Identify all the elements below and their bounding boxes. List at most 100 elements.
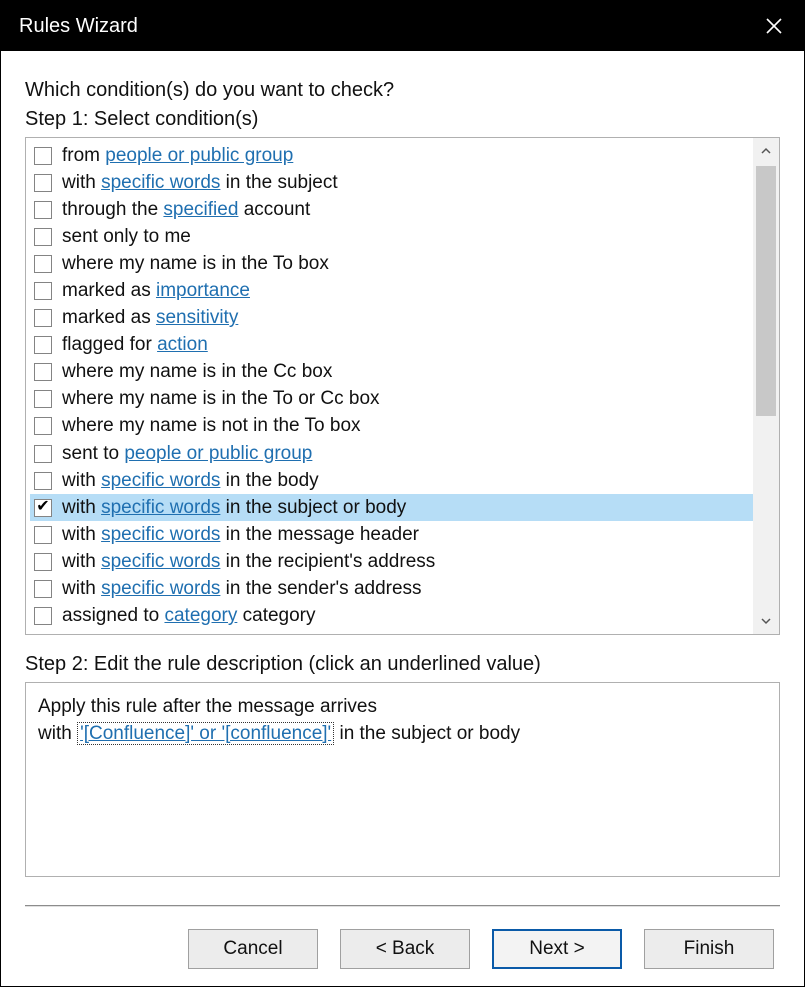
condition-checkbox[interactable] bbox=[34, 499, 52, 517]
rules-wizard-window: Rules Wizard Which condition(s) do you w… bbox=[0, 0, 805, 987]
condition-text-part: with bbox=[62, 497, 101, 518]
condition-text-part: in the sender's address bbox=[220, 578, 421, 599]
condition-checkbox[interactable] bbox=[34, 282, 52, 300]
condition-checkbox[interactable] bbox=[34, 472, 52, 490]
condition-checkbox[interactable] bbox=[34, 363, 52, 381]
condition-text: assigned to category category bbox=[62, 605, 316, 627]
back-button[interactable]: < Back bbox=[340, 929, 470, 969]
condition-row[interactable]: where my name is in the To or Cc box bbox=[30, 386, 753, 413]
chevron-down-icon bbox=[761, 616, 771, 626]
condition-checkbox[interactable] bbox=[34, 309, 52, 327]
condition-link[interactable]: specific words bbox=[101, 470, 220, 491]
condition-row[interactable]: with specific words in the subject or bo… bbox=[30, 494, 753, 521]
condition-text-part: where my name is in the To box bbox=[62, 253, 329, 274]
condition-text: from people or public group bbox=[62, 145, 293, 167]
condition-row[interactable]: with specific words in the recipient's a… bbox=[30, 548, 753, 575]
condition-checkbox[interactable] bbox=[34, 526, 52, 544]
close-button[interactable] bbox=[756, 8, 792, 44]
window-title: Rules Wizard bbox=[19, 15, 138, 38]
condition-link[interactable]: people or public group bbox=[124, 443, 312, 464]
conditions-listbox: from people or public groupwith specific… bbox=[25, 137, 780, 635]
condition-text-part: in the message header bbox=[220, 524, 419, 545]
condition-row[interactable]: marked as importance bbox=[30, 277, 753, 304]
condition-link[interactable]: importance bbox=[156, 280, 250, 301]
wizard-prompt: Which condition(s) do you want to check? bbox=[25, 79, 780, 102]
condition-link[interactable]: specific words bbox=[101, 524, 220, 545]
condition-row[interactable]: assigned to category category bbox=[30, 603, 753, 630]
scroll-thumb[interactable] bbox=[756, 166, 776, 416]
condition-checkbox[interactable] bbox=[34, 607, 52, 625]
condition-link[interactable]: specific words bbox=[101, 551, 220, 572]
cancel-button[interactable]: Cancel bbox=[188, 929, 318, 969]
conditions-list[interactable]: from people or public groupwith specific… bbox=[26, 138, 753, 634]
condition-link[interactable]: sensitivity bbox=[156, 307, 238, 328]
condition-link[interactable]: specified bbox=[163, 199, 238, 220]
condition-checkbox[interactable] bbox=[34, 445, 52, 463]
condition-checkbox[interactable] bbox=[34, 417, 52, 435]
condition-text-part: account bbox=[238, 199, 310, 220]
condition-text: where my name is not in the To box bbox=[62, 415, 361, 437]
condition-text-part: with bbox=[62, 551, 101, 572]
scroll-up-button[interactable] bbox=[753, 138, 779, 164]
condition-checkbox[interactable] bbox=[34, 147, 52, 165]
chevron-up-icon bbox=[761, 146, 771, 156]
condition-text-part: in the body bbox=[220, 470, 318, 491]
next-button[interactable]: Next > bbox=[492, 929, 622, 969]
condition-row[interactable]: where my name is in the Cc box bbox=[30, 359, 753, 386]
condition-checkbox[interactable] bbox=[34, 553, 52, 571]
condition-text: through the specified account bbox=[62, 199, 310, 221]
vertical-scrollbar[interactable] bbox=[753, 138, 779, 634]
condition-text: marked as importance bbox=[62, 280, 250, 302]
condition-text: with specific words in the recipient's a… bbox=[62, 551, 435, 573]
condition-text: flagged for action bbox=[62, 334, 208, 356]
condition-text-part: where my name is in the To or Cc box bbox=[62, 388, 380, 409]
condition-link[interactable]: specific words bbox=[101, 578, 220, 599]
condition-row[interactable]: with specific words in the sender's addr… bbox=[30, 576, 753, 603]
condition-text: sent only to me bbox=[62, 226, 191, 248]
condition-text-part: through the bbox=[62, 199, 163, 220]
finish-button[interactable]: Finish bbox=[644, 929, 774, 969]
description-line-1: Apply this rule after the message arrive… bbox=[38, 693, 767, 720]
condition-text-part: with bbox=[62, 524, 101, 545]
condition-text-part: from bbox=[62, 145, 105, 166]
condition-checkbox[interactable] bbox=[34, 390, 52, 408]
condition-checkbox[interactable] bbox=[34, 228, 52, 246]
condition-text-part: category bbox=[237, 605, 315, 626]
condition-text-part: marked as bbox=[62, 280, 156, 301]
condition-row[interactable]: sent to people or public group bbox=[30, 440, 753, 467]
condition-text-part: with bbox=[62, 172, 101, 193]
titlebar: Rules Wizard bbox=[1, 1, 804, 51]
condition-text: where my name is in the To or Cc box bbox=[62, 388, 380, 410]
condition-link[interactable]: specific words bbox=[101, 497, 220, 518]
condition-row[interactable]: marked as sensitivity bbox=[30, 305, 753, 332]
condition-link[interactable]: action bbox=[157, 334, 208, 355]
condition-row[interactable]: through the specified account bbox=[30, 196, 753, 223]
condition-row[interactable]: where my name is not in the To box bbox=[30, 413, 753, 440]
description-suffix: in the subject or body bbox=[334, 723, 520, 744]
condition-row[interactable]: sent only to me bbox=[30, 223, 753, 250]
condition-checkbox[interactable] bbox=[34, 201, 52, 219]
scroll-down-button[interactable] bbox=[753, 608, 779, 634]
condition-row[interactable]: with specific words in the body bbox=[30, 467, 753, 494]
button-row: Cancel < Back Next > Finish bbox=[25, 907, 780, 969]
condition-link[interactable]: category bbox=[164, 605, 237, 626]
description-specific-words-value[interactable]: '[Confluence]' or '[confluence]' bbox=[77, 722, 334, 745]
step1-label: Step 1: Select condition(s) bbox=[25, 108, 780, 131]
condition-row[interactable]: from people or public group bbox=[30, 142, 753, 169]
condition-checkbox[interactable] bbox=[34, 580, 52, 598]
condition-text-part: with bbox=[62, 578, 101, 599]
condition-checkbox[interactable] bbox=[34, 336, 52, 354]
close-icon bbox=[765, 17, 783, 35]
condition-link[interactable]: people or public group bbox=[105, 145, 293, 166]
condition-checkbox[interactable] bbox=[34, 255, 52, 273]
condition-row[interactable]: flagged for action bbox=[30, 332, 753, 359]
condition-row[interactable]: with specific words in the message heade… bbox=[30, 521, 753, 548]
condition-text: with specific words in the subject bbox=[62, 172, 338, 194]
condition-text-part: with bbox=[62, 470, 101, 491]
condition-text-part: assigned to bbox=[62, 605, 164, 626]
condition-checkbox[interactable] bbox=[34, 174, 52, 192]
condition-row[interactable]: with specific words in the subject bbox=[30, 169, 753, 196]
condition-row[interactable]: where my name is in the To box bbox=[30, 250, 753, 277]
condition-link[interactable]: specific words bbox=[101, 172, 220, 193]
condition-text: where my name is in the Cc box bbox=[62, 361, 332, 383]
